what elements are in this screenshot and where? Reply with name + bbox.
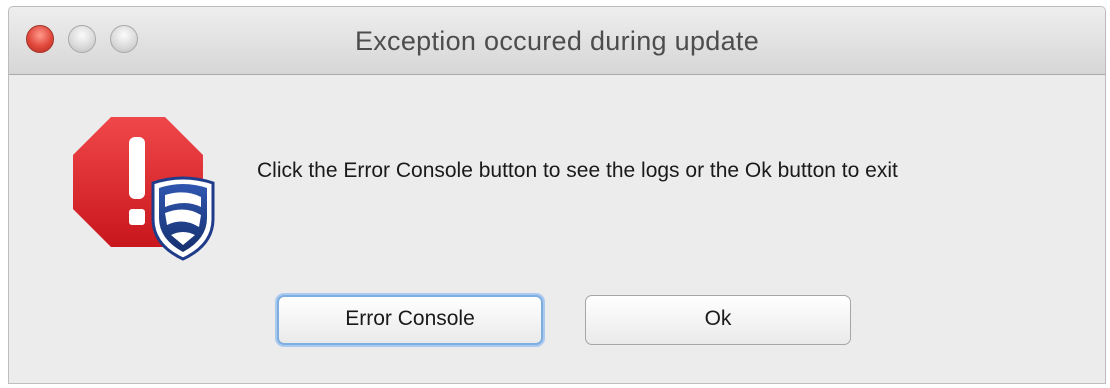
exclamation-dot xyxy=(129,209,145,225)
error-icon-graphic xyxy=(73,117,215,261)
error-console-button[interactable]: Error Console xyxy=(277,295,543,345)
ok-button[interactable]: Ok xyxy=(585,295,851,345)
dialog-message: Click the Error Console button to see th… xyxy=(257,159,898,182)
exclamation-bar xyxy=(129,137,145,199)
dialog-window: Exception occured during update Click th… xyxy=(8,6,1106,384)
window-title: Exception occured during update xyxy=(354,26,760,56)
error-stop-sign-icon xyxy=(73,111,223,261)
title-bar[interactable]: Exception occured during update xyxy=(9,7,1105,75)
